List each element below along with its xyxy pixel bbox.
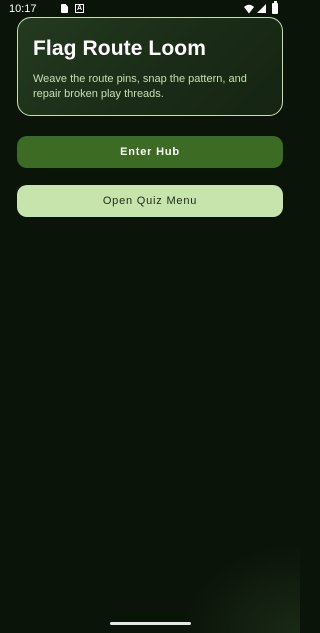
battery-icon xyxy=(272,1,278,14)
hero-card: Flag Route Loom Weave the route pins, sn… xyxy=(17,17,283,116)
enter-hub-button[interactable]: Enter Hub xyxy=(17,136,283,168)
signal-icon xyxy=(257,4,266,13)
app-title: Flag Route Loom xyxy=(33,37,206,60)
home-indicator[interactable] xyxy=(110,622,191,625)
app-screen: 10:17 A Flag Route Loom Weave the route … xyxy=(0,0,300,633)
status-bar: 10:17 A xyxy=(0,0,300,18)
a-badge-icon: A xyxy=(75,4,84,13)
open-quiz-menu-button[interactable]: Open Quiz Menu xyxy=(17,185,283,217)
app-subtitle: Weave the route pins, snap the pattern, … xyxy=(33,73,247,100)
wifi-icon xyxy=(244,4,254,14)
status-time: 10:17 xyxy=(9,3,37,15)
sd-card-icon xyxy=(61,4,68,13)
